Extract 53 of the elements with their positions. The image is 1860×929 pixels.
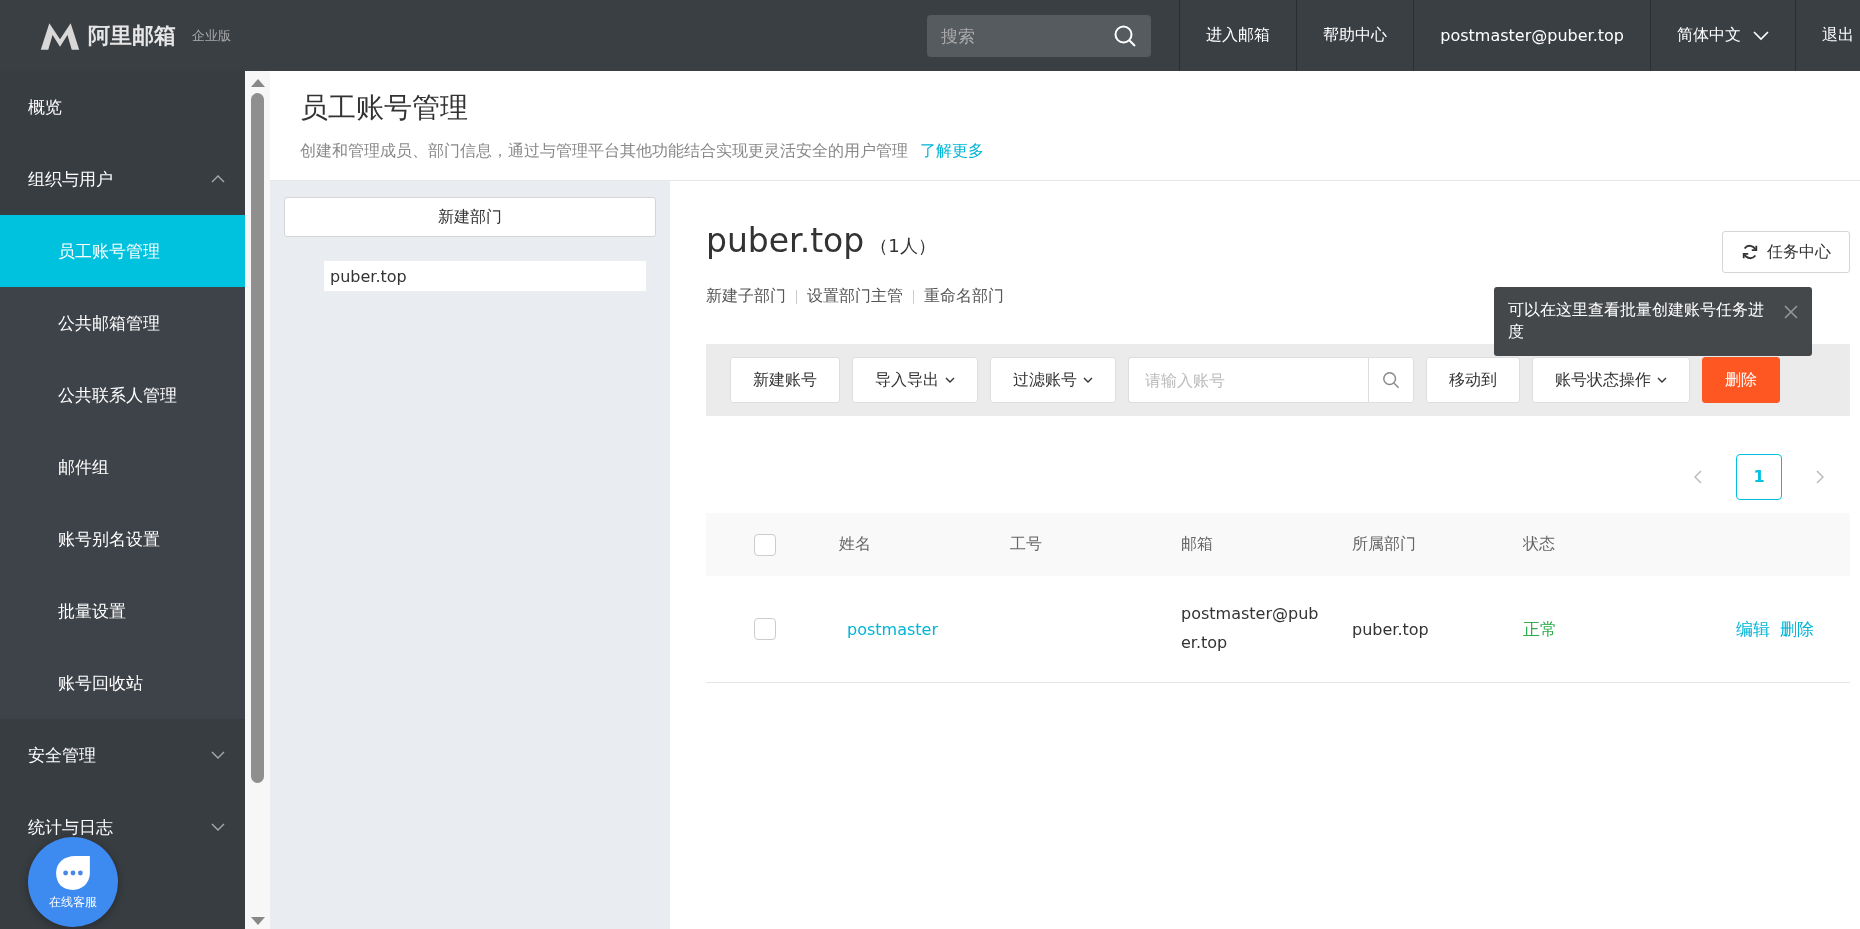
column-header: 工号 [1010,534,1043,555]
close-icon[interactable] [1784,305,1798,319]
search-icon [1382,371,1400,389]
search-button[interactable] [1368,357,1414,403]
page-title: 员工账号管理 [300,90,469,126]
column-header: 状态 [1523,534,1556,555]
department-name: puber.top [706,221,865,260]
scroll-down-icon[interactable] [250,917,265,925]
department-action-link[interactable]: 新建子部门 [706,286,786,307]
page-description: 创建和管理成员、部门信息，通过与管理平台其他功能结合实现更灵活安全的用户管理 了解更多 [300,141,985,162]
sidebar-item[interactable]: 安全管理 [0,719,245,791]
sidebar-item[interactable]: 账号回收站 [0,647,245,719]
toolbar-button[interactable]: 账号状态操作 [1532,357,1690,403]
search-icon [1113,23,1138,48]
table-cell: puber.top [1352,619,1429,639]
search-field[interactable]: 搜索 [927,14,1152,57]
task-center-button[interactable]: 任务中心 [1722,231,1850,273]
scroll-up-icon[interactable] [250,79,265,87]
department-action-link[interactable]: 重命名部门 [924,286,1004,307]
toolbar-button[interactable]: 移动到 [1426,357,1520,403]
department-action-link[interactable]: 设置部门主管 [807,286,903,307]
checkbox[interactable] [754,533,776,556]
tooltip: 可以在这里查看批量创建账号任务进度 [1494,287,1812,356]
sidebar-item[interactable]: 公共邮箱管理 [0,287,245,359]
edition-label: 企业版 [192,26,231,45]
chevron-down-icon [1753,30,1769,41]
logo-text: 阿里邮箱 [88,21,176,50]
checkbox[interactable] [754,618,776,640]
status-text: 正常 [1523,618,1557,639]
sidebar-item[interactable]: 组织与用户 [0,143,245,215]
toolbar-button[interactable]: 新建账号 [730,357,840,403]
sidebar-item[interactable]: 公共联系人管理 [0,359,245,431]
sidebar-item[interactable]: 批量设置 [0,575,245,647]
column-header: 邮箱 [1181,534,1214,555]
table-cell-text: postmaster@puber.top [1181,603,1320,654]
account-search-field[interactable]: 请输入账号 [1128,357,1368,403]
toolbar-button[interactable]: 过滤账号 [990,357,1116,403]
sidebar-item[interactable]: 邮件组 [0,431,245,503]
scrollbar[interactable] [245,71,270,929]
chevron-down-icon [1083,377,1093,383]
column-header: 所属部门 [1352,534,1417,555]
new-department-button[interactable]: 新建部门 [284,197,656,237]
column-header: 姓名 [839,534,872,555]
next-page-icon[interactable] [1816,469,1824,484]
previous-page-icon[interactable] [1694,469,1702,484]
chevron-down-icon [945,377,955,383]
sidebar-item[interactable]: 概览 [0,71,245,143]
tree-item[interactable]: puber.top [324,261,646,291]
member-count: （1人） [870,234,936,258]
sidebar-item[interactable]: 账号别名设置 [0,503,245,575]
refresh-icon [1741,243,1759,261]
chevron-down-icon [1657,377,1667,383]
toolbar-button[interactable]: 导入导出 [852,357,978,403]
